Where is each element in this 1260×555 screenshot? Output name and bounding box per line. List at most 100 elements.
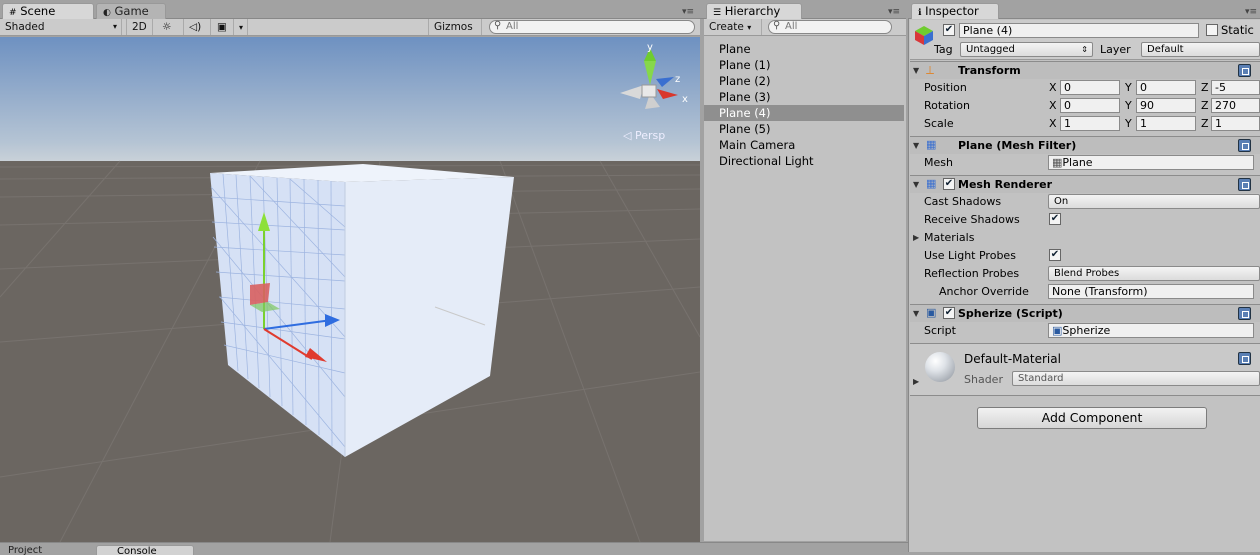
shading-dropdown[interactable]: Shaded ▾ xyxy=(0,19,122,35)
mesh-grid-icon: ▦ xyxy=(926,138,937,151)
object-name-field[interactable]: Plane (4) xyxy=(959,23,1199,38)
rotation-x-field[interactable]: 0 xyxy=(1060,98,1120,113)
info-icon: ℹ xyxy=(918,8,922,18)
shader-label: Shader xyxy=(964,373,1003,386)
toggle-2d-button[interactable]: 2D xyxy=(126,19,153,35)
materials-label[interactable]: Materials xyxy=(924,231,974,244)
axis-y-label: Y xyxy=(1125,99,1132,112)
foldout-closed-icon[interactable]: ▶ xyxy=(913,377,919,386)
position-label: Position xyxy=(924,81,967,94)
position-z-field[interactable]: -5 xyxy=(1211,80,1260,95)
help-icon[interactable] xyxy=(1238,178,1251,191)
hierarchy-toolbar: Create ▾ All xyxy=(704,19,906,36)
axis-y-label: Y xyxy=(1125,81,1132,94)
material-sphere-preview xyxy=(925,352,955,382)
effects-dropdown[interactable]: ▾ xyxy=(234,19,248,35)
sky xyxy=(0,37,700,161)
updown-arrow-icon: ⇕ xyxy=(1081,45,1088,54)
tab-project[interactable]: Project xyxy=(2,546,92,555)
foldout-open-icon[interactable]: ▼ xyxy=(913,180,919,189)
dropdown-arrow-icon: ▾ xyxy=(112,22,117,31)
tag-label: Tag xyxy=(934,43,953,56)
anchor-override-label: Anchor Override xyxy=(939,285,1029,298)
mesh-renderer-enabled-checkbox[interactable]: ✔ xyxy=(943,178,955,190)
axis-z-label: Z xyxy=(1201,99,1209,112)
receive-shadows-checkbox[interactable]: ✔ xyxy=(1049,213,1061,225)
tab-console[interactable]: Console xyxy=(96,545,194,555)
cast-shadows-dropdown[interactable]: On xyxy=(1048,194,1260,209)
axis-y-label: Y xyxy=(1125,117,1132,130)
foldout-open-icon[interactable]: ▼ xyxy=(913,66,919,75)
script-label: Script xyxy=(924,324,956,337)
list-item[interactable]: Main Camera xyxy=(704,137,904,153)
effects-toggle[interactable]: ▣ xyxy=(212,19,234,35)
scale-z-field[interactable]: 1 xyxy=(1211,116,1260,131)
reflection-probes-label: Reflection Probes xyxy=(924,267,1020,280)
panel-menu-icon[interactable]: ▾≡ xyxy=(888,7,900,17)
audio-toggle[interactable]: ◁) xyxy=(184,19,211,35)
help-icon[interactable] xyxy=(1238,139,1251,152)
image-icon: ▣ xyxy=(217,21,227,33)
list-item[interactable]: Plane (1) xyxy=(704,57,904,73)
panel-menu-icon[interactable]: ▾≡ xyxy=(682,7,694,17)
shader-dropdown[interactable]: Standard xyxy=(1012,371,1260,386)
panel-menu-icon[interactable]: ▾≡ xyxy=(1245,7,1257,17)
script-field[interactable]: ▣Spherize xyxy=(1048,323,1254,338)
tab-inspector[interactable]: ℹ Inspector xyxy=(911,3,999,19)
dropdown-arrow-icon: ▾ xyxy=(239,23,244,32)
list-item[interactable]: Directional Light xyxy=(704,153,904,169)
gizmos-dropdown[interactable]: Gizmos ▾ xyxy=(428,19,482,48)
create-dropdown[interactable]: Create ▾ xyxy=(704,19,762,35)
axis-label-y: y xyxy=(647,42,653,53)
layer-dropdown[interactable]: Default xyxy=(1141,42,1260,57)
reflection-probes-dropdown[interactable]: Blend Probes xyxy=(1048,266,1260,281)
active-checkbox[interactable]: ✔ xyxy=(943,24,955,36)
light-probes-label: Use Light Probes xyxy=(924,249,1016,262)
mesh-small-icon: ▦ xyxy=(1052,156,1063,169)
scale-y-field[interactable]: 1 xyxy=(1136,116,1196,131)
help-icon[interactable] xyxy=(1238,64,1251,77)
receive-shadows-label: Receive Shadows xyxy=(924,213,1020,226)
position-y-field[interactable]: 0 xyxy=(1136,80,1196,95)
axis-label-x: x xyxy=(682,94,688,105)
scene-search-input[interactable]: All xyxy=(489,20,695,34)
list-item[interactable]: Plane (5) xyxy=(704,121,904,137)
help-icon[interactable] xyxy=(1238,352,1251,365)
foldout-open-icon[interactable]: ▼ xyxy=(913,309,919,318)
static-checkbox[interactable] xyxy=(1206,24,1218,36)
anchor-override-field[interactable]: None (Transform) xyxy=(1048,284,1254,299)
list-item[interactable]: Plane (2) xyxy=(704,73,904,89)
scene-viewport[interactable]: y z x ◁ Persp xyxy=(0,37,700,542)
add-component-button[interactable]: Add Component xyxy=(977,407,1207,429)
material-section xyxy=(910,343,1260,396)
light-probes-checkbox[interactable]: ✔ xyxy=(1049,249,1061,261)
lighting-toggle[interactable]: ☼ xyxy=(157,19,184,35)
axis-label-z: z xyxy=(675,74,681,85)
tag-dropdown[interactable]: Untagged ⇕ xyxy=(960,42,1093,57)
tab-game[interactable]: ◐ Game xyxy=(96,3,166,19)
projection-label[interactable]: ◁ Persp xyxy=(623,129,665,142)
foldout-closed-icon[interactable]: ▶ xyxy=(913,233,919,242)
scale-x-field[interactable]: 1 xyxy=(1060,116,1120,131)
list-icon: ☰ xyxy=(713,8,722,18)
mesh-field[interactable]: ▦Plane xyxy=(1048,155,1254,170)
list-item[interactable]: Plane xyxy=(704,41,904,57)
tab-hierarchy[interactable]: ☰ Hierarchy xyxy=(706,3,802,19)
spherize-enabled-checkbox[interactable]: ✔ xyxy=(943,307,955,319)
help-icon[interactable] xyxy=(1238,307,1251,320)
list-item-selected[interactable]: Plane (4) xyxy=(704,105,904,121)
position-x-field[interactable]: 0 xyxy=(1060,80,1120,95)
list-item[interactable]: Plane (3) xyxy=(704,89,904,105)
axis-x-label: X xyxy=(1049,99,1057,112)
axis-x-label: X xyxy=(1049,81,1057,94)
hierarchy-search-input[interactable]: All xyxy=(768,20,892,34)
rotation-z-field[interactable]: 270 xyxy=(1211,98,1260,113)
hierarchy-panel: ☰ Hierarchy ▾≡ Create ▾ All Plane Plane … xyxy=(700,0,906,541)
transform-axes-icon: ⟂ xyxy=(926,63,935,77)
tab-scene[interactable]: # Scene xyxy=(2,3,94,19)
static-label: Static xyxy=(1221,23,1254,37)
foldout-open-icon[interactable]: ▼ xyxy=(913,141,919,150)
axis-z-label: Z xyxy=(1201,117,1209,130)
grid-icon: # xyxy=(9,8,17,18)
rotation-y-field[interactable]: 90 xyxy=(1136,98,1196,113)
